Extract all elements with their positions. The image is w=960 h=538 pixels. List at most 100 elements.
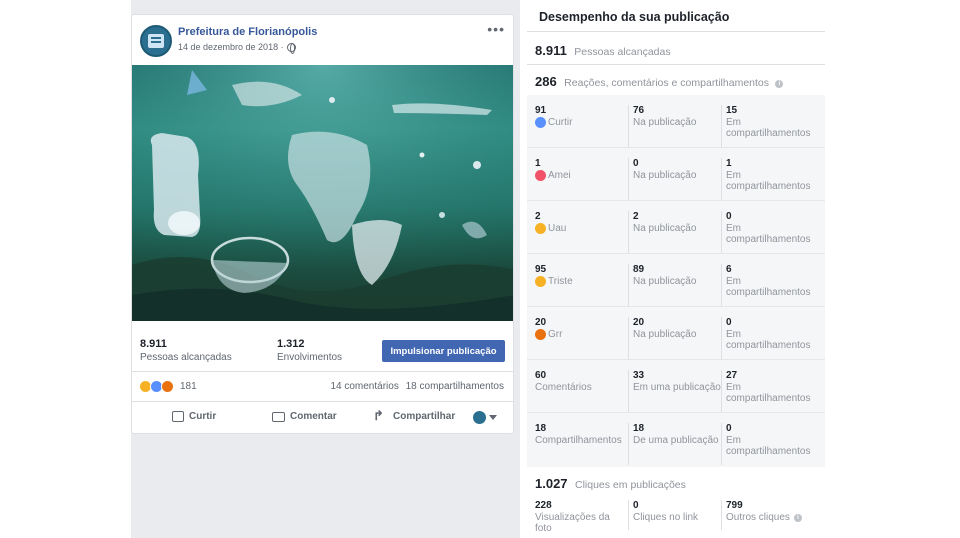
angry-emoji-icon: [535, 329, 546, 340]
heart-emoji-icon: [535, 170, 546, 181]
engagement-value: 1.312: [277, 338, 305, 350]
like-button-label: Curtir: [189, 411, 217, 422]
shares-count-link[interactable]: 18 compartilhamentos: [406, 381, 504, 392]
panel-interactions-row: 286 Reações, comentários e compartilhame…: [527, 64, 825, 95]
love-label-text: Amei: [548, 170, 571, 181]
comments-total: 60: [535, 370, 547, 381]
more-options-icon[interactable]: •••: [487, 21, 505, 37]
love-on-shares-label: Em compartilhamentos: [726, 170, 811, 192]
like-button[interactable]: Curtir: [172, 411, 216, 422]
info-icon[interactable]: i: [775, 80, 784, 88]
post-date-text: 14 de dezembro de 2018 ·: [178, 42, 284, 52]
share-icon: [373, 408, 388, 424]
wow-on-post-label: Na publicação: [633, 223, 697, 234]
post-as-selector[interactable]: [473, 411, 497, 424]
engagement-label: Envolvimentos: [277, 352, 343, 363]
comment-button[interactable]: Comentar: [272, 411, 337, 422]
wow-emoji-icon: [535, 223, 546, 234]
wow-total-cell: 2 Uau: [535, 211, 628, 234]
like-on-post-cell: 76 Na publicação: [628, 105, 721, 147]
comments-on-post-label: Em uma publicação: [633, 382, 721, 393]
reactions-count[interactable]: 181: [180, 381, 197, 392]
other-clicks-cell: 799 Outros cliques i: [721, 500, 814, 530]
page-avatar[interactable]: [140, 25, 172, 57]
page-avatar-small-icon: [473, 411, 486, 424]
love-on-post-label: Na publicação: [633, 170, 697, 181]
interactions-label: Reações, comentários e compartilhamentos: [564, 77, 770, 89]
page-logo-icon: [148, 34, 164, 48]
reach-label: Pessoas alcançadas: [140, 352, 232, 363]
like-emoji-icon: [535, 117, 546, 128]
love-total-label: Amei: [535, 170, 628, 181]
sad-emoji-icon: [535, 276, 546, 287]
wow-total-label: Uau: [535, 223, 628, 234]
angry-total: 20: [535, 317, 547, 328]
love-on-shares: 1: [726, 158, 732, 169]
photo-views-label: Visualizações da foto: [535, 512, 610, 534]
like-total-label: Curtir: [535, 117, 628, 128]
like-label-text: Curtir: [548, 117, 573, 128]
globe-icon: [286, 42, 296, 54]
breakdown-row-comments: 60 Comentários 33 Em uma publicação 27 E…: [527, 360, 825, 413]
other-clicks-info-icon[interactable]: i: [793, 513, 802, 522]
breakdown-row-shares: 18 Compartilhamentos 18 De uma publicaçã…: [527, 413, 825, 466]
share-button[interactable]: Compartilhar: [373, 408, 456, 424]
wow-on-shares-cell: 0 Em compartilhamentos: [721, 211, 814, 253]
sad-total: 95: [535, 264, 547, 275]
sad-on-shares-cell: 6 Em compartilhamentos: [721, 264, 814, 306]
comments-on-shares-label: Em compartilhamentos: [726, 382, 811, 404]
panel-reach-value: 8.911: [535, 43, 567, 58]
performance-panel: Desempenho da sua publicação 8.911 Pesso…: [527, 0, 825, 538]
comments-total-cell: 60 Comentários: [535, 370, 628, 393]
angry-on-shares-label: Em compartilhamentos: [726, 329, 811, 351]
angry-label-text: Grr: [548, 329, 563, 340]
sad-on-shares-label: Em compartilhamentos: [726, 276, 811, 298]
other-clicks-text: Outros cliques: [726, 512, 790, 523]
panel-reach-row: 8.911 Pessoas alcançadas: [527, 31, 825, 64]
boost-post-button[interactable]: Impulsionar publicação: [382, 340, 505, 362]
photo-views-value: 228: [535, 500, 552, 511]
clicks-total: 1.027: [535, 476, 568, 491]
sad-total-label: Triste: [535, 276, 628, 287]
reaction-icons[interactable]: [139, 380, 174, 393]
comments-shares-count: 14 comentários 18 compartilhamentos: [326, 381, 504, 392]
page-name-link[interactable]: Prefeitura de Florianópolis: [178, 26, 317, 38]
shares-on-shares-label: Em compartilhamentos: [726, 435, 811, 457]
panel-reach-label: Pessoas alcançadas: [574, 46, 671, 58]
sad-on-post-cell: 89 Na publicação: [628, 264, 721, 306]
reactions-breakdown: 91 Curtir 76 Na publicação 15 Em compart…: [527, 95, 825, 467]
like-on-post-label: Na publicação: [633, 117, 697, 128]
breakdown-row-like: 91 Curtir 76 Na publicação 15 Em compart…: [527, 95, 825, 148]
other-clicks-label: Outros cliques i: [726, 512, 814, 523]
post-header: Prefeitura de Florianópolis 14 de dezemb…: [132, 15, 513, 65]
post-actions-row: Curtir Comentar Compartilhar: [132, 403, 513, 433]
photo-views-cell: 228 Visualizações da foto: [535, 500, 628, 534]
shares-total-cell: 18 Compartilhamentos: [535, 423, 628, 446]
shares-on-shares-cell: 0 Em compartilhamentos: [721, 423, 814, 465]
interactions-value: 286: [535, 74, 557, 89]
wow-on-post-cell: 2 Na publicação: [628, 211, 721, 253]
chevron-down-icon: [489, 415, 497, 420]
like-on-shares-label: Em compartilhamentos: [726, 117, 811, 139]
like-on-shares: 15: [726, 105, 738, 116]
comments-count-link[interactable]: 14 comentários: [330, 381, 398, 392]
share-button-label: Compartilhar: [393, 411, 456, 422]
post-date[interactable]: 14 de dezembro de 2018 ·: [178, 42, 296, 54]
link-clicks-value: 0: [633, 500, 639, 511]
post-photo[interactable]: [132, 65, 513, 321]
love-on-post-cell: 0 Na publicação: [628, 158, 721, 200]
like-on-post: 76: [633, 105, 645, 116]
love-total-cell: 1 Amei: [535, 158, 628, 181]
wow-label-text: Uau: [548, 223, 567, 234]
wow-total: 2: [535, 211, 541, 222]
angry-on-post-cell: 20 Na publicação: [628, 317, 721, 359]
breakdown-row-love: 1 Amei 0 Na publicação 1 Em compartilham…: [527, 148, 825, 201]
like-total: 91: [535, 105, 547, 116]
comments-on-post: 33: [633, 370, 645, 381]
comments-on-post-cell: 33 Em uma publicação: [628, 370, 721, 412]
post-metrics-row: 8.911 Pessoas alcançadas 1.312 Envolvime…: [132, 330, 513, 372]
sad-on-shares: 6: [726, 264, 732, 275]
comments-on-shares: 27: [726, 370, 738, 381]
link-clicks-label: Cliques no link: [633, 512, 699, 523]
shares-on-post-label: De uma publicação: [633, 435, 719, 446]
